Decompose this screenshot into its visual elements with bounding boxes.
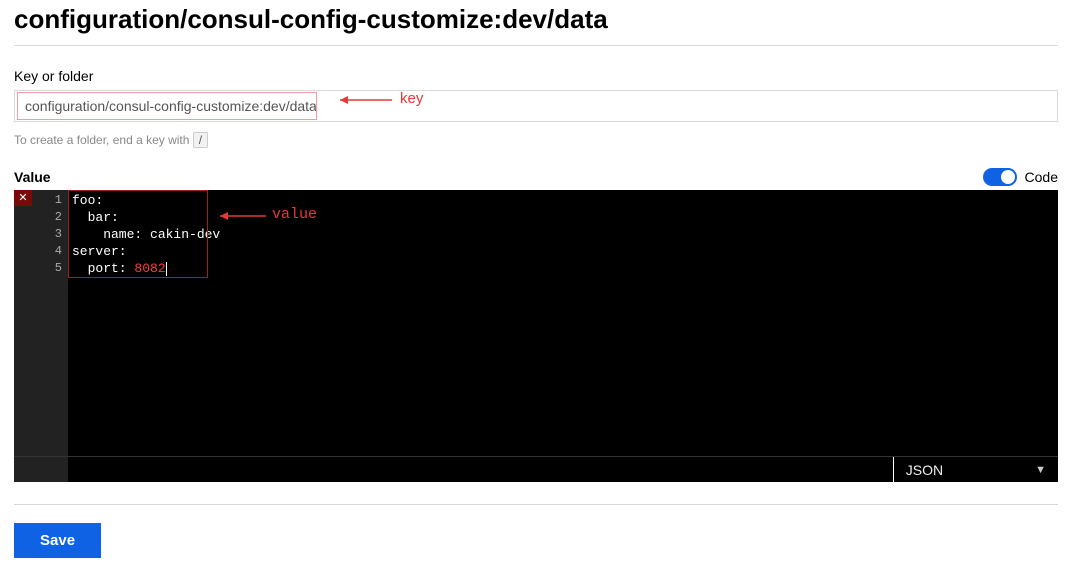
key-input[interactable] bbox=[14, 90, 1058, 122]
code-line: port: 8082 bbox=[72, 261, 167, 276]
code-line: foo: bbox=[72, 193, 103, 208]
editor-gutter: 1 2 3 4 5 bbox=[14, 190, 68, 482]
code-editor[interactable]: ✕ 1 2 3 4 5 foo: bar: name: cakin-dev se… bbox=[14, 190, 1058, 482]
section-divider bbox=[14, 45, 1058, 46]
status-divider bbox=[893, 457, 894, 483]
line-number: 2 bbox=[14, 209, 62, 226]
close-icon[interactable]: ✕ bbox=[14, 190, 32, 206]
toggle-knob bbox=[1001, 170, 1015, 184]
code-line: server: bbox=[72, 244, 127, 259]
key-label: Key or folder bbox=[14, 68, 1058, 84]
language-selector[interactable]: JSON bbox=[906, 462, 943, 478]
editor-content[interactable]: foo: bar: name: cakin-dev server: port: … bbox=[68, 190, 1058, 482]
folder-hint: To create a folder, end a key with / bbox=[14, 132, 1058, 148]
save-button[interactable]: Save bbox=[14, 523, 101, 558]
code-line: bar: bbox=[72, 210, 119, 225]
value-label: Value bbox=[14, 169, 51, 185]
page-title: configuration/consul-config-customize:de… bbox=[14, 0, 1058, 45]
section-divider bbox=[14, 504, 1058, 505]
editor-status-bar: JSON ▼ bbox=[14, 456, 1058, 482]
line-number: 3 bbox=[14, 226, 62, 243]
folder-hint-text: To create a folder, end a key with bbox=[14, 133, 193, 147]
code-toggle-label: Code bbox=[1025, 169, 1058, 185]
line-number: 4 bbox=[14, 243, 62, 260]
chevron-down-icon[interactable]: ▼ bbox=[1035, 464, 1046, 476]
code-line: name: cakin-dev bbox=[72, 227, 220, 242]
line-number: 5 bbox=[14, 260, 62, 277]
code-toggle[interactable] bbox=[983, 168, 1017, 186]
folder-hint-key: / bbox=[193, 132, 208, 148]
